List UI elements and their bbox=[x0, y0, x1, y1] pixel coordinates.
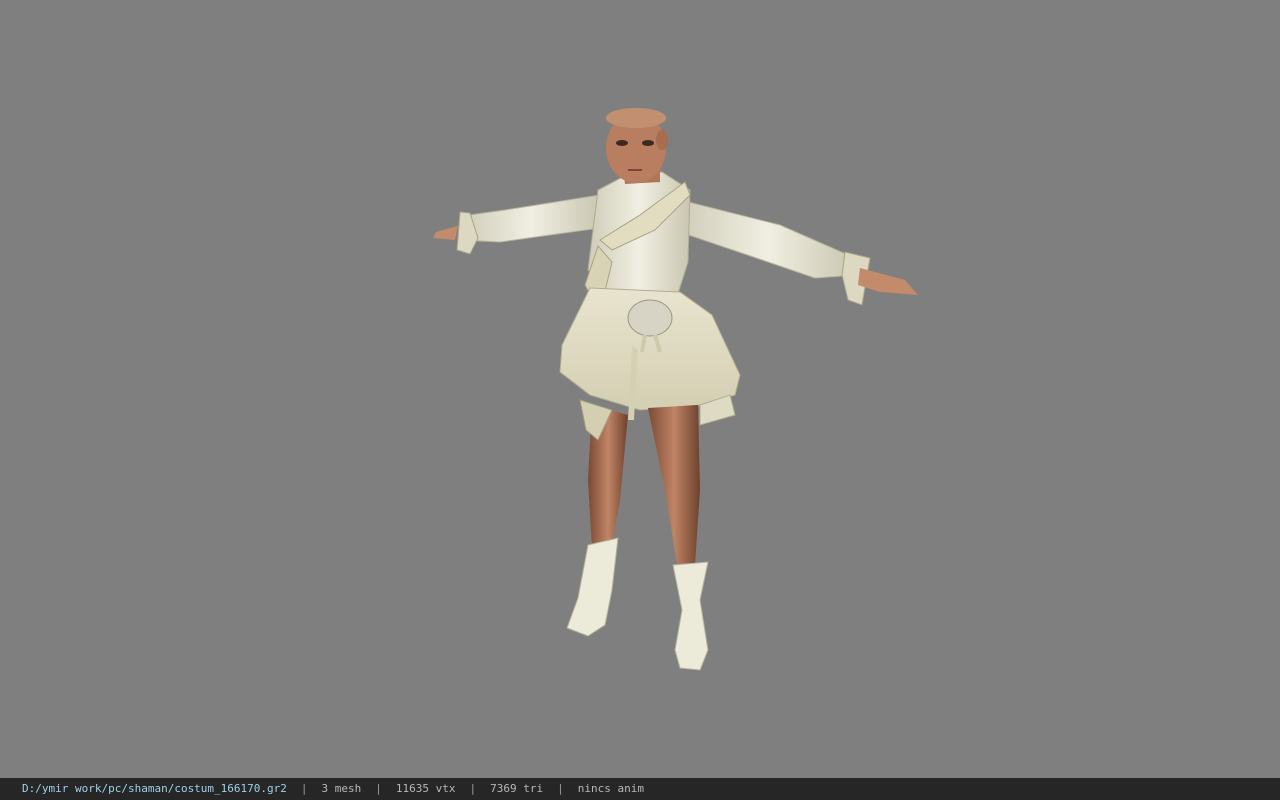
separator: | bbox=[375, 782, 382, 795]
triangle-count: 7369 tri bbox=[490, 782, 544, 795]
separator: | bbox=[300, 782, 308, 795]
mesh-count: 3 mesh bbox=[321, 782, 362, 795]
character-model bbox=[433, 108, 918, 671]
status-bar: D:/ymir work/pc/shaman/costum_166170.gr2… bbox=[0, 778, 1280, 800]
separator: | bbox=[469, 782, 477, 795]
file-path: D:/ymir work/pc/shaman/costum_166170.gr2 bbox=[22, 782, 287, 795]
3d-viewport[interactable] bbox=[0, 0, 1280, 778]
separator: | bbox=[557, 782, 564, 795]
vertex-count: 11635 vtx bbox=[395, 782, 456, 795]
animation-status: nincs anim bbox=[577, 782, 644, 795]
